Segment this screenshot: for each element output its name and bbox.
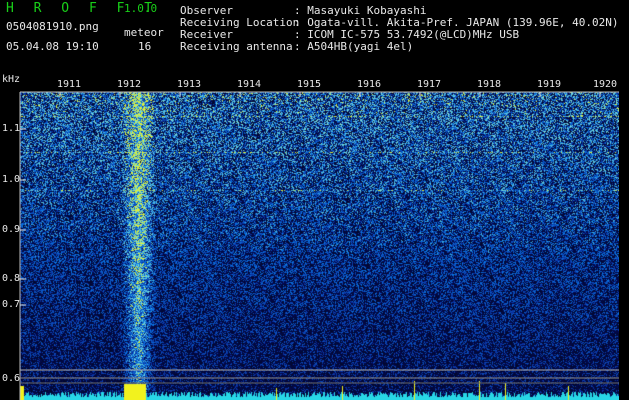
x-tick-label: 1919 [537,79,562,90]
x-tick-label: 1914 [237,79,262,90]
y-tick-label: 0.8 [2,273,21,284]
y-tick-label: 0.6 [2,373,21,384]
x-tick-label: 1916 [357,79,382,90]
antenna-value: : A504HB(yagi 4el) [294,40,414,53]
file-name: 0504081910.png [6,20,99,33]
mode-label: meteor [124,26,164,39]
x-tick-label: 1911 [57,79,82,90]
y-tick-label: 1.0 [2,174,21,185]
y-tick-label: 1.1 [2,123,21,134]
y-tick-label: 0.9 [2,224,21,235]
x-tick-label: 1920 [593,79,618,90]
y-unit-label: kHz [2,74,21,85]
antenna-label: Receiving antenna [180,40,293,53]
spectrogram [20,92,619,400]
timestamp: 05.04.08 19:10 [6,40,99,53]
x-tick-label: 1912 [117,79,142,90]
app-version: 1.0.0 [124,2,158,15]
x-tick-label: 1918 [477,79,502,90]
x-tick-label: 1913 [177,79,202,90]
meteor-count: 16 [138,40,152,53]
x-tick-label: 1915 [297,79,322,90]
x-tick-label: 1917 [417,79,442,90]
